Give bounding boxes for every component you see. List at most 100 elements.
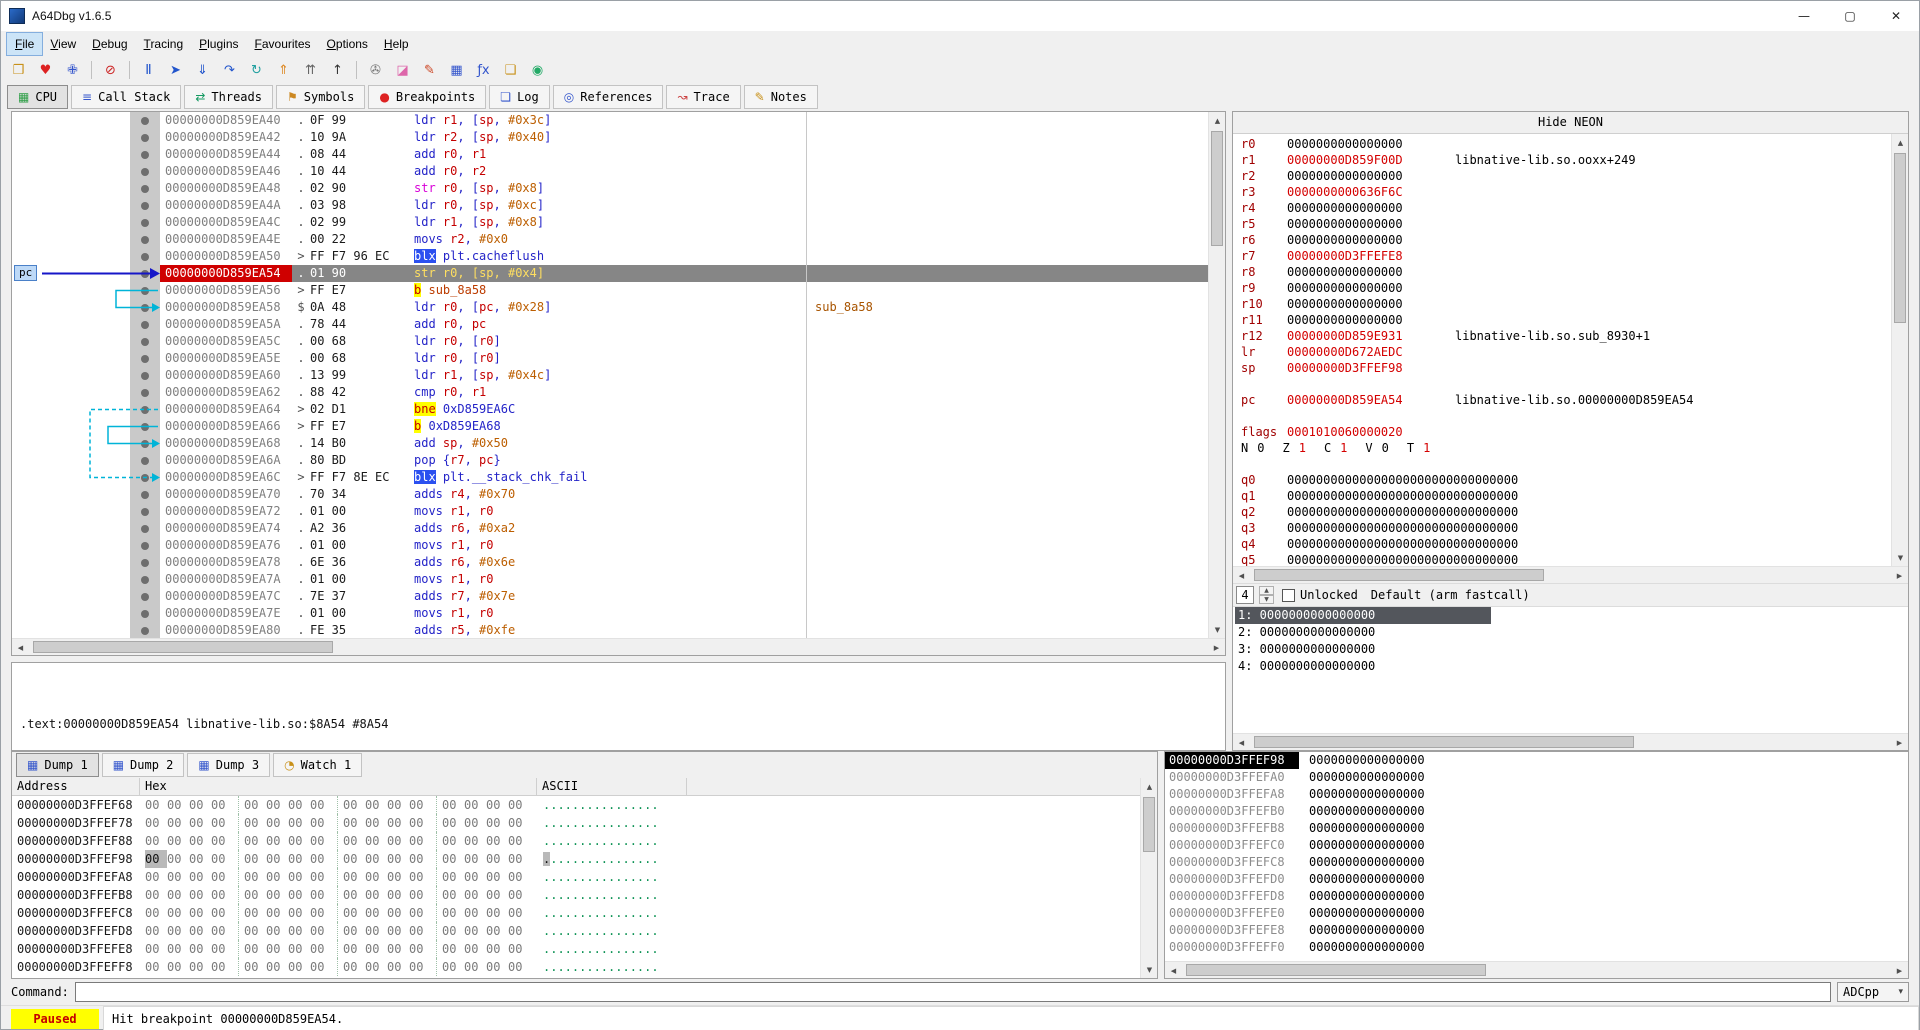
register-row-r12[interactable]: r12 00000000D859E931 libnative-lib.so.sub_… xyxy=(1233,328,1891,344)
dump-byte[interactable]: 00 xyxy=(508,868,530,886)
disasm-row[interactable]: 00000000D859EA46. 10 44 add r0, r2 xyxy=(12,163,1208,180)
breakpoint-dot[interactable] xyxy=(141,473,149,482)
disasm-row[interactable]: 00000000D859EA60. 13 99 ldr r1, [sp, #0x4c… xyxy=(12,367,1208,384)
breakpoint-dot[interactable] xyxy=(141,286,149,295)
scrollbar-thumb[interactable] xyxy=(1254,736,1634,748)
dump-byte[interactable]: 00 xyxy=(167,904,189,922)
scrollbar-track[interactable] xyxy=(1250,567,1891,583)
dump-byte[interactable]: 00 xyxy=(145,814,167,832)
dump-byte[interactable]: 00 xyxy=(343,796,365,814)
dump-byte[interactable]: 00 xyxy=(211,796,233,814)
dump-byte[interactable]: 00 xyxy=(189,868,211,886)
dump-byte[interactable]: 00 xyxy=(145,940,167,958)
dump-byte[interactable]: 00 xyxy=(486,922,508,940)
dump-row[interactable]: 00000000D3FFEF78 00 00 00 00 00 00 00 00 00 00 00 00… xyxy=(12,814,1140,832)
breakpoint-dot[interactable] xyxy=(141,337,149,346)
dump-row[interactable]: 00000000D3FFEF88 00 00 00 00 00 00 00 00 00 00 00 00… xyxy=(12,832,1140,850)
disasm-row[interactable]: 00000000D859EA5E. 00 68 ldr r0, [r0] xyxy=(12,350,1208,367)
dump-byte[interactable]: 00 xyxy=(167,850,189,868)
scrollbar-track[interactable] xyxy=(1182,962,1891,978)
scroll-right-button[interactable]: ▶ xyxy=(1208,639,1225,656)
dump-byte[interactable]: 00 xyxy=(464,796,486,814)
dump-byte[interactable]: 00 xyxy=(387,850,409,868)
dump-byte[interactable]: 00 xyxy=(464,958,486,976)
dump-byte[interactable]: 00 xyxy=(387,832,409,850)
menu-item-plugins[interactable]: Plugins xyxy=(191,33,246,55)
dump-byte[interactable]: 00 xyxy=(387,868,409,886)
dump-byte[interactable]: 00 xyxy=(442,868,464,886)
breakpoint-dot[interactable] xyxy=(141,405,149,414)
dump-byte[interactable]: 00 xyxy=(167,814,189,832)
scroll-down-button[interactable]: ▼ xyxy=(1209,621,1225,638)
breakpoint-dot[interactable] xyxy=(141,371,149,380)
dump-byte[interactable]: 00 xyxy=(266,922,288,940)
dump-byte[interactable]: 00 xyxy=(310,814,332,832)
dump-byte[interactable]: 00 xyxy=(464,868,486,886)
stack-row[interactable]: 00000000D3FFEFD0 0000000000000000 xyxy=(1165,871,1908,888)
dump-byte[interactable]: 00 xyxy=(145,922,167,940)
disasm-row[interactable]: 00000000D859EA5C. 00 68 ldr r0, [r0] xyxy=(12,333,1208,350)
register-row-r0[interactable]: r0 0000000000000000 xyxy=(1233,136,1891,152)
dump-byte[interactable]: 00 xyxy=(189,922,211,940)
dump-byte[interactable]: 00 xyxy=(266,958,288,976)
menu-item-options[interactable]: Options xyxy=(319,33,376,55)
stop-button[interactable]: ⊘ xyxy=(98,59,123,81)
register-row-r11[interactable]: r11 0000000000000000 xyxy=(1233,312,1891,328)
dump-byte[interactable]: 00 xyxy=(310,832,332,850)
dump-byte[interactable]: 00 xyxy=(442,850,464,868)
dump-byte[interactable]: 00 xyxy=(343,940,365,958)
dump-byte[interactable]: 00 xyxy=(167,832,189,850)
register-row-r8[interactable]: r8 0000000000000000 xyxy=(1233,264,1891,280)
disasm-row[interactable]: 00000000D859EA4A. 03 98 ldr r0, [sp, #0xc] xyxy=(12,197,1208,214)
dump-byte[interactable]: 00 xyxy=(211,904,233,922)
dump-byte[interactable]: 00 xyxy=(244,796,266,814)
animate-button[interactable]: ↻ xyxy=(244,59,269,81)
stack-row[interactable]: 00000000D3FFEFB8 0000000000000000 xyxy=(1165,820,1908,837)
dump-byte[interactable]: 00 xyxy=(288,940,310,958)
dump-byte[interactable]: 00 xyxy=(145,868,167,886)
dump-row[interactable]: 00000000D3FFEFF8 00 00 00 00 00 00 00 00 00 00 00 00… xyxy=(12,958,1140,976)
stack-row[interactable]: 00000000D3FFEFA8 0000000000000000 xyxy=(1165,786,1908,803)
dump-byte[interactable]: 00 xyxy=(387,796,409,814)
dump-byte[interactable]: 00 xyxy=(266,940,288,958)
scrollbar-thumb[interactable] xyxy=(1186,964,1486,976)
dump-byte[interactable]: 00 xyxy=(145,958,167,976)
dump-byte[interactable]: 00 xyxy=(266,868,288,886)
dump-byte[interactable]: 00 xyxy=(387,958,409,976)
tab-symbols[interactable]: ⚑ Symbols xyxy=(275,85,366,109)
run-button[interactable]: ➤ xyxy=(163,59,188,81)
argument-row[interactable]: 3: 0000000000000000 xyxy=(1233,641,1908,658)
dump-byte[interactable]: 00 xyxy=(145,850,167,868)
dump-byte[interactable]: 00 xyxy=(244,958,266,976)
command-input[interactable] xyxy=(74,982,1831,1002)
dump-byte[interactable]: 00 xyxy=(189,940,211,958)
dump-byte[interactable]: 00 xyxy=(211,958,233,976)
dump-byte[interactable]: 00 xyxy=(288,850,310,868)
search-button[interactable]: ◉ xyxy=(525,59,550,81)
register-row-r4[interactable]: r4 0000000000000000 xyxy=(1233,200,1891,216)
dump-byte[interactable]: 00 xyxy=(486,904,508,922)
scrollbar-track[interactable] xyxy=(1141,795,1157,961)
step-into-button[interactable]: ⇓ xyxy=(190,59,215,81)
dump-byte[interactable]: 00 xyxy=(508,940,530,958)
dump-byte[interactable]: 00 xyxy=(365,814,387,832)
functions-button[interactable]: ƒx xyxy=(471,59,496,81)
dump-byte[interactable]: 00 xyxy=(409,886,431,904)
scrollbar-thumb[interactable] xyxy=(1143,797,1155,852)
dump-byte[interactable]: 00 xyxy=(189,814,211,832)
dump-byte[interactable]: 00 xyxy=(486,814,508,832)
tab-call-stack[interactable]: ≡ Call Stack xyxy=(71,85,182,109)
register-row-r1[interactable]: r1 00000000D859F00D libnative-lib.so.ooxx+… xyxy=(1233,152,1891,168)
breakpoint-dot[interactable] xyxy=(141,201,149,210)
dump-row[interactable]: 00000000D3FFEF98 00 00 00 00 00 00 00 00 00 00 00 00… xyxy=(12,850,1140,868)
dump-byte[interactable]: 00 xyxy=(508,832,530,850)
dump-byte[interactable]: 00 xyxy=(464,886,486,904)
breakpoint-dot[interactable] xyxy=(141,116,149,125)
disasm-row[interactable]: 00000000D859EA80. FE 35 adds r5, #0xfe xyxy=(12,622,1208,638)
scrollbar-track[interactable] xyxy=(1209,129,1225,621)
dump-byte[interactable]: 00 xyxy=(167,868,189,886)
step-over-button[interactable]: ↷ xyxy=(217,59,242,81)
unlocked-checkbox[interactable] xyxy=(1282,588,1295,602)
dump-byte[interactable]: 00 xyxy=(486,868,508,886)
dump-byte[interactable]: 00 xyxy=(288,868,310,886)
